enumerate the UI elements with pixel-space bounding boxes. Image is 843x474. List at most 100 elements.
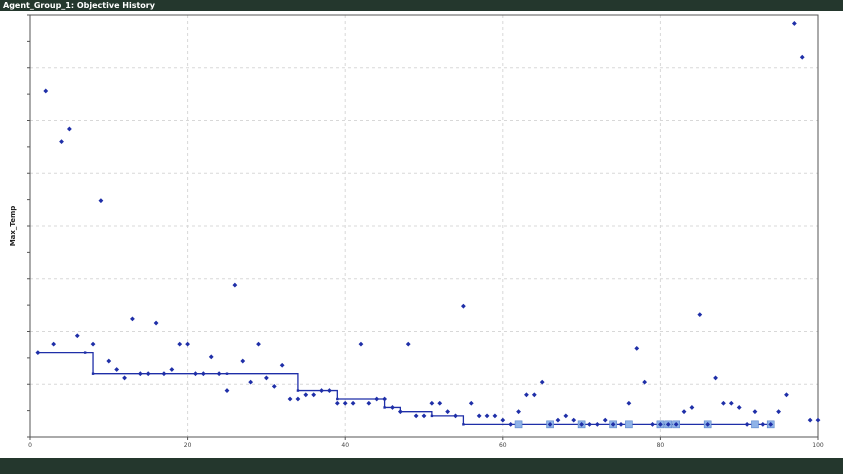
data-point: [492, 413, 498, 419]
data-point: [374, 396, 380, 402]
data-point: [334, 400, 340, 406]
data-point: [200, 371, 206, 377]
data-point: [626, 400, 632, 406]
x-tick-labels: 0 20 40 60 80 100: [28, 437, 824, 449]
data-point: [697, 312, 703, 318]
data-point: [784, 392, 789, 398]
data-point: [453, 413, 458, 419]
x-tick-label: 20: [184, 442, 192, 449]
step-marker: [225, 372, 229, 375]
data-point: [382, 396, 387, 402]
data-point: [689, 405, 695, 410]
data-point: [145, 371, 151, 377]
data-point: [413, 413, 419, 419]
data-point: [508, 421, 514, 427]
data-point: [728, 400, 734, 406]
data-point: [279, 362, 285, 368]
step-marker: [91, 372, 95, 375]
data-point: [90, 341, 96, 347]
data-point: [350, 400, 356, 406]
data-point: [429, 400, 435, 406]
data-point: [484, 413, 490, 419]
data-point: [177, 341, 183, 347]
data-point: [153, 320, 159, 326]
y-axis-label: Max_Temp: [9, 206, 17, 247]
data-point: [736, 405, 742, 410]
data-point: [516, 409, 521, 415]
data-point: [74, 333, 80, 339]
data-point: [397, 409, 403, 415]
x-tick-label: 0: [28, 442, 32, 449]
chart-panel: 0 20 40 60 80 100 Max_Temp: [0, 11, 843, 458]
best-point-marker: [514, 420, 523, 429]
step-marker: [383, 406, 386, 409]
data-point: [137, 371, 143, 377]
data-point: [461, 303, 466, 309]
step-marker: [430, 414, 434, 418]
data-point: [295, 396, 301, 402]
data-point: [303, 392, 309, 398]
data-point: [650, 421, 655, 427]
data-point: [421, 413, 427, 419]
data-point: [776, 409, 781, 415]
data-point: [437, 400, 443, 406]
step-marker: [462, 423, 465, 426]
data-point: [634, 345, 640, 351]
window-title-bar: Agent_Group_1: Objective History: [0, 0, 843, 11]
data-point: [713, 375, 718, 381]
data-point: [59, 139, 64, 144]
data-point: [524, 392, 529, 398]
data-point: [130, 316, 135, 322]
data-point: [35, 350, 41, 355]
data-point: [571, 417, 577, 423]
data-point: [468, 400, 474, 406]
data-point: [358, 341, 364, 347]
x-tick-label: 40: [341, 442, 349, 449]
data-point: [106, 358, 112, 364]
data-point: [815, 417, 821, 423]
data-point: [602, 417, 608, 423]
data-point: [587, 421, 592, 427]
data-point: [224, 388, 230, 393]
data-point: [193, 371, 198, 377]
data-point: [721, 400, 726, 406]
data-point: [594, 421, 600, 427]
data-point: [563, 413, 569, 419]
data-point: [161, 371, 167, 377]
data-point: [476, 413, 482, 419]
data-point: [216, 371, 222, 377]
data-point: [366, 400, 372, 406]
data-point: [311, 392, 317, 398]
data-point: [264, 375, 269, 381]
data-point: [98, 198, 104, 204]
window-title: Agent_Group_1: Objective History: [3, 1, 155, 10]
data-point: [319, 388, 324, 393]
data-point: [185, 341, 190, 347]
data-point: [618, 421, 624, 427]
data-point: [256, 341, 261, 347]
data-point: [232, 282, 238, 288]
data-point: [752, 409, 758, 415]
data-point: [114, 367, 120, 372]
data-point: [531, 392, 537, 398]
data-point: [67, 126, 72, 132]
data-point: [169, 367, 175, 372]
best-point-marker: [751, 420, 759, 429]
step-marker: [336, 397, 339, 401]
data-point: [122, 375, 127, 381]
best-so-far-line: [36, 351, 772, 426]
data-point: [208, 354, 214, 360]
x-tick-label: 80: [657, 442, 665, 449]
step-marker: [296, 389, 300, 392]
x-tick-label: 60: [499, 442, 507, 449]
status-bar: [0, 458, 843, 474]
data-point: [390, 405, 395, 410]
data-point: [327, 388, 332, 393]
data-point: [760, 421, 766, 427]
data-point: [43, 88, 49, 94]
data-point: [51, 341, 57, 347]
x-tick-label: 100: [812, 442, 824, 449]
data-points-layer: [35, 21, 821, 427]
data-point: [681, 409, 687, 415]
data-point: [405, 341, 411, 347]
